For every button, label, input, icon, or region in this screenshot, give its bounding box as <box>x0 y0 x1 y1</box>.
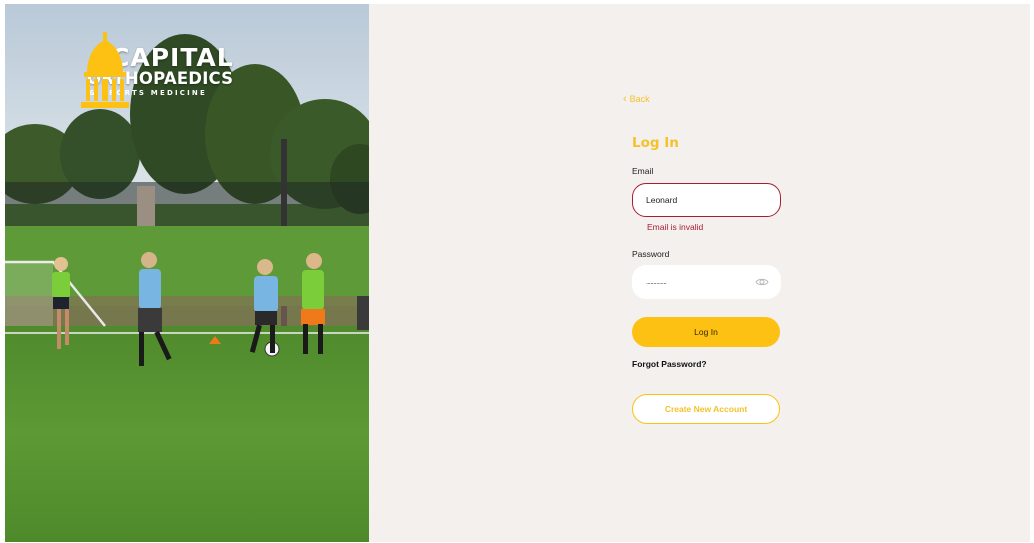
brand-logo: CAPITAL ORTHOPAEDICS & SPORTS MEDICINE <box>81 32 234 108</box>
email-value: Leonard <box>646 195 678 205</box>
create-account-button[interactable]: Create New Account <box>632 394 780 424</box>
password-value: .............. <box>646 278 667 286</box>
back-link[interactable]: ‹ Back <box>623 92 650 105</box>
email-field[interactable]: Leonard <box>632 183 781 217</box>
hero-photo: CAPITAL ORTHOPAEDICS & SPORTS MEDICINE <box>5 4 369 542</box>
brand-line-capital: CAPITAL <box>111 43 234 72</box>
chevron-left-icon: ‹ <box>623 92 627 105</box>
back-label: Back <box>629 94 650 104</box>
capitol-dome-icon <box>81 32 129 108</box>
eye-icon[interactable] <box>755 275 769 289</box>
login-button[interactable]: Log In <box>632 317 780 347</box>
password-field[interactable]: .............. <box>632 265 781 299</box>
page-title: Log In <box>632 135 679 151</box>
login-panel: ‹ Back Log In Email Leonard Email is inv… <box>369 4 1030 542</box>
password-label: Password <box>632 249 670 259</box>
email-error-message: Email is invalid <box>647 222 704 232</box>
forgot-password-link[interactable]: Forgot Password? <box>632 359 707 369</box>
app-frame: CAPITAL ORTHOPAEDICS & SPORTS MEDICINE ‹… <box>5 4 1030 542</box>
email-label: Email <box>632 166 654 176</box>
